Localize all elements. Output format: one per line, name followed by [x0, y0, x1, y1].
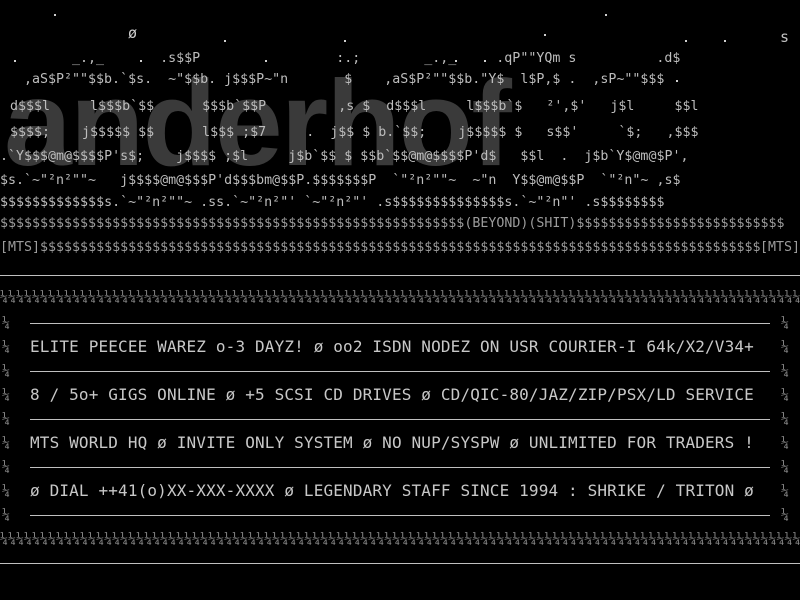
info-rule — [30, 467, 770, 468]
divider-top — [0, 275, 800, 276]
ascii-row: d$$$l l$$$b`$$ $$$b`$$P ,s $ d$$$l l$$$b… — [10, 99, 699, 114]
star-dot — [54, 14, 56, 16]
ascii-row: ,aS$P²""$$b.`$s. ~"$$b. j$$$P~"n $ ,aS$P… — [24, 72, 665, 87]
ansi-screen: ø s anderhof _.,_ .s$$P :.; _.,_ .qP""YQ… — [0, 0, 800, 600]
star-dot — [544, 34, 546, 36]
ascii-row: $s.`~"²n²""~ j$$$$@m@$$$P'd$$$bm@$$P.$$$… — [0, 173, 681, 188]
info-rule — [30, 515, 770, 516]
star-dot — [224, 40, 226, 42]
star-dot — [685, 40, 687, 42]
divider-bottom — [0, 563, 800, 564]
mts-tag-left: [MTS] — [0, 240, 41, 255]
star-dot — [344, 40, 346, 42]
ascii-row: .`Y$$$@m@$$$$P's$; j$$$$ ;$l j$b`$$ $ $$… — [0, 149, 689, 164]
info-line-gigs: 8 / 5o+ GIGS ONLINE ø +5 SCSI CD DRIVES … — [30, 385, 754, 404]
banner-row-mts: [MTS]$$$$$$$$$$$$$$$$$$$$$$$$$$$$$$$$$$$… — [0, 238, 800, 258]
ascii-row: $$$$; j$$$$$ $$ l$$$ ;$7 . j$$ $ b.`$$; … — [10, 125, 699, 140]
info-rule — [30, 323, 770, 324]
info-rule — [30, 371, 770, 372]
info-line-dial: ø DIAL ++41(o)XX-XXX-XXXX ø LEGENDARY ST… — [30, 481, 754, 500]
star-dot — [605, 14, 607, 16]
mts-tag-right: [MTS] — [759, 238, 800, 258]
ascii-row: $$$$$$$$$$$$$s.`~"²n²""~ .ss.`~"²n²"' `~… — [0, 195, 665, 210]
banner-fill: $$$$$$$$$$$$$$$$$$$$$$$$$$$$$$$$$$$$$$$$… — [40, 240, 769, 255]
ascii-row: _.,_ .s$$P :.; _.,_ .qP""YQm s .d$ — [56, 51, 681, 66]
hatch-border-top: ¼¼¼¼¼¼¼¼¼¼¼¼¼¼¼¼¼¼¼¼¼¼¼¼¼¼¼¼¼¼¼¼¼¼¼¼¼¼¼¼… — [0, 290, 800, 305]
info-rule — [30, 419, 770, 420]
info-line-warez: ELITE PEECEE WAREZ o-3 DAYZ! ø oo2 ISDN … — [30, 337, 754, 356]
hatch-border-right: ¼ ¼ ¼ ¼ ¼ ¼ ¼ ¼ ¼ — [781, 316, 790, 523]
star-dot — [724, 40, 726, 42]
hatch-border-bottom: ¼¼¼¼¼¼¼¼¼¼¼¼¼¼¼¼¼¼¼¼¼¼¼¼¼¼¼¼¼¼¼¼¼¼¼¼¼¼¼¼… — [0, 532, 800, 547]
hatch-border-left: ¼ ¼ ¼ ¼ ¼ ¼ ¼ ¼ ¼ — [2, 316, 11, 523]
star-dot — [676, 80, 678, 82]
top-s-glyph: s — [780, 28, 790, 46]
info-line-hq: MTS WORLD HQ ø INVITE ONLY SYSTEM ø NO N… — [30, 433, 754, 452]
banner-row-beyond-shit: $$$$$$$$$$$$$$$$$$$$$$$$$$$$$$$$$$$$$$$$… — [0, 216, 785, 231]
top-bullet-glyph: ø — [128, 24, 138, 42]
